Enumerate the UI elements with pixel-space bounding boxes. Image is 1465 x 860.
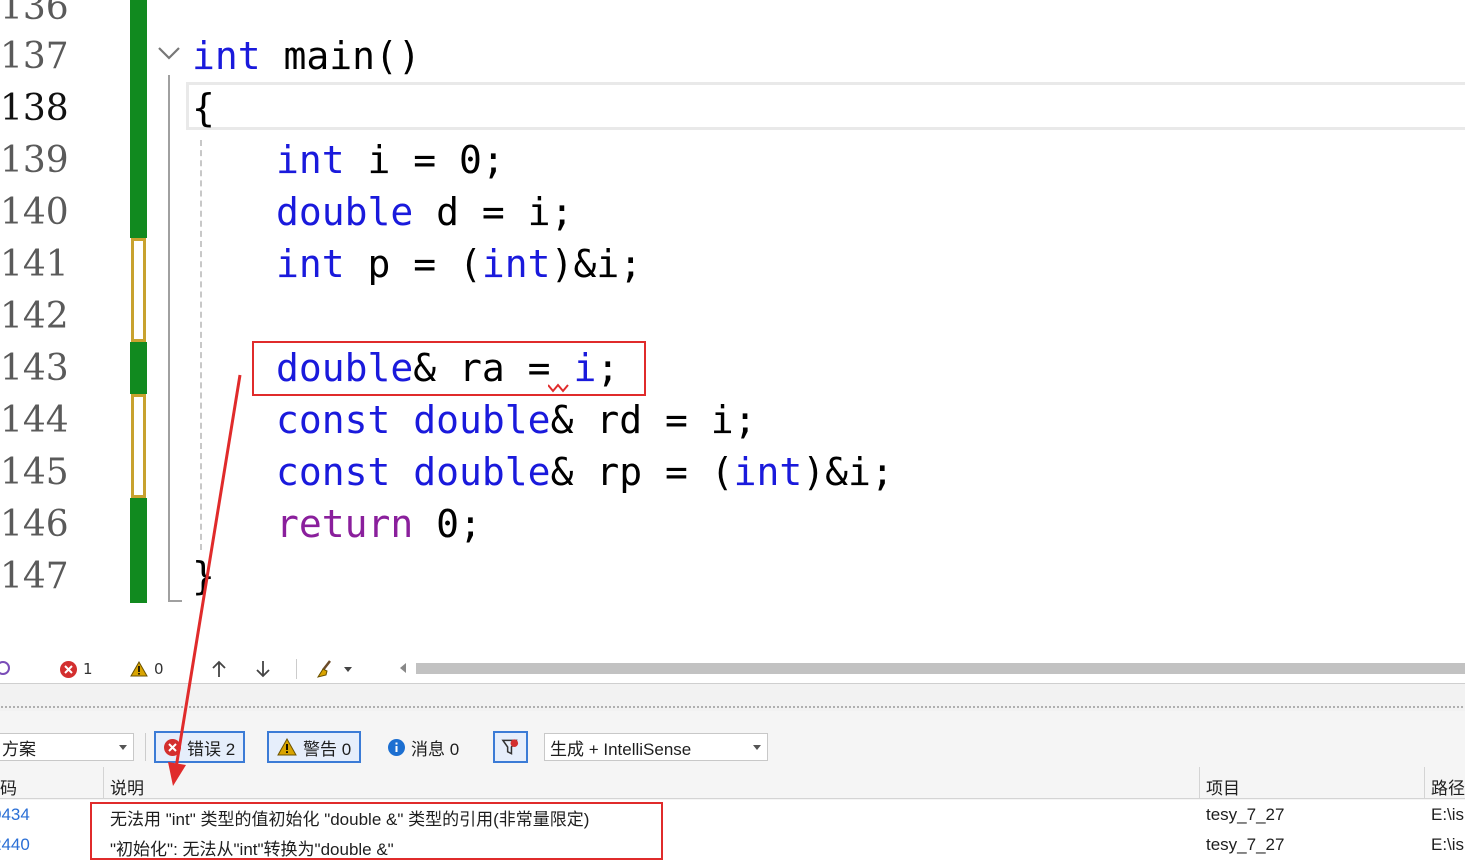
code-line-140[interactable]: double d = i; bbox=[276, 186, 573, 238]
keyword: double bbox=[413, 398, 551, 442]
keyword: int bbox=[192, 34, 261, 78]
keyword: int bbox=[733, 450, 803, 494]
scroll-left-icon[interactable] bbox=[398, 661, 408, 675]
code-text: )&i; bbox=[802, 450, 894, 494]
line-number: 136 bbox=[0, 0, 69, 28]
messages-filter-button[interactable]: 消息 0 bbox=[378, 731, 469, 763]
code-text: p = ( bbox=[344, 242, 482, 286]
line-number: 143 bbox=[0, 348, 69, 389]
change-bar-unsaved bbox=[131, 238, 146, 342]
code-line-138[interactable]: { bbox=[192, 82, 215, 134]
column-description[interactable]: 说明 bbox=[110, 774, 144, 799]
error-path: E:\is bbox=[1431, 805, 1465, 824]
line-number: 137 bbox=[0, 36, 69, 77]
scope-dropdown[interactable]: 方案 bbox=[0, 733, 134, 761]
change-bar-unsaved bbox=[131, 394, 146, 498]
horizontal-scrollbar[interactable] bbox=[398, 660, 1465, 676]
error-project: tesy_7_27 bbox=[1206, 805, 1285, 824]
annotation-box-errors bbox=[90, 802, 663, 860]
code-text: & rd = i; bbox=[550, 398, 757, 442]
code-text: { bbox=[192, 86, 215, 130]
filter-toggle-button[interactable] bbox=[493, 731, 528, 763]
column-project[interactable]: 项目 bbox=[1206, 774, 1240, 799]
warning-icon bbox=[277, 738, 297, 756]
line-number: 145 bbox=[0, 452, 69, 493]
keyword: const bbox=[276, 450, 391, 494]
scope-value: 方案 bbox=[2, 739, 36, 759]
messages-filter-label: 消息 0 bbox=[411, 739, 460, 759]
change-bar-saved bbox=[130, 498, 147, 603]
column-path[interactable]: 路径 bbox=[1431, 774, 1465, 799]
warnings-filter-button[interactable]: 警告 0 bbox=[267, 731, 362, 763]
error-code-link[interactable]: 2440 bbox=[0, 835, 30, 855]
annotation-box-code bbox=[252, 341, 646, 396]
next-issue-button[interactable] bbox=[255, 659, 271, 679]
column-divider[interactable] bbox=[1199, 767, 1200, 798]
error-code-link[interactable]: 0434 bbox=[0, 805, 30, 825]
keyword-return: return bbox=[276, 502, 414, 546]
line-number: 144 bbox=[0, 400, 69, 441]
line-number-current: 138 bbox=[0, 88, 69, 129]
line-number: 146 bbox=[0, 504, 69, 545]
error-project: tesy_7_27 bbox=[1206, 835, 1285, 854]
source-value: 生成 + IntelliSense bbox=[550, 739, 692, 759]
code-line-139[interactable]: int i = 0; bbox=[276, 134, 505, 186]
info-icon bbox=[388, 738, 405, 756]
code-text: main() bbox=[260, 34, 421, 78]
line-number: 141 bbox=[0, 244, 69, 285]
intellisense-icon[interactable] bbox=[0, 659, 12, 679]
chevron-down-icon bbox=[753, 745, 761, 750]
code-text: i = 0; bbox=[344, 138, 505, 182]
arrow-down-icon bbox=[256, 661, 270, 678]
broom-icon bbox=[316, 660, 331, 678]
error-path: E:\is bbox=[1431, 835, 1465, 854]
column-divider[interactable] bbox=[103, 767, 104, 798]
keyword: const bbox=[276, 398, 391, 442]
code-text: 0; bbox=[413, 502, 482, 546]
change-bar-saved bbox=[130, 0, 147, 238]
code-text: d = i; bbox=[413, 190, 574, 234]
code-cleanup-button[interactable] bbox=[316, 659, 352, 679]
warning-icon bbox=[130, 661, 148, 677]
code-line-144[interactable]: const double& rd = i; bbox=[276, 394, 756, 446]
column-code[interactable]: 代码 bbox=[0, 774, 17, 799]
warning-count[interactable]: 0 bbox=[130, 659, 164, 679]
line-number: 139 bbox=[0, 140, 69, 181]
line-number: 147 bbox=[0, 556, 69, 597]
code-line-145[interactable]: const double& rp = (int)&i; bbox=[276, 446, 894, 498]
toolbar-divider bbox=[296, 659, 297, 679]
error-count-value: 1 bbox=[83, 660, 93, 678]
source-dropdown[interactable]: 生成 + IntelliSense bbox=[544, 733, 768, 761]
code-text: & rp = ( bbox=[550, 450, 734, 494]
collapse-chevron-icon[interactable] bbox=[156, 40, 182, 66]
scrollbar-thumb[interactable] bbox=[416, 663, 1465, 674]
error-count[interactable]: 1 bbox=[60, 659, 93, 679]
toolbar-divider bbox=[145, 733, 146, 761]
line-number: 140 bbox=[0, 192, 69, 233]
keyword: double bbox=[413, 450, 551, 494]
keyword: int bbox=[276, 242, 345, 286]
column-divider[interactable] bbox=[1424, 767, 1425, 798]
annotation-arrow bbox=[168, 374, 242, 786]
filter-icon bbox=[501, 739, 519, 755]
code-text: )&i; bbox=[550, 242, 643, 286]
warnings-filter-label: 警告 0 bbox=[303, 739, 352, 759]
line-number: 142 bbox=[0, 296, 69, 337]
code-line-146[interactable]: return 0; bbox=[276, 498, 482, 550]
keyword: double bbox=[276, 190, 414, 234]
dropdown-caret-icon bbox=[344, 666, 352, 672]
current-line-highlight bbox=[186, 82, 1465, 130]
error-icon bbox=[60, 660, 77, 678]
code-line-141[interactable]: int p = (int)&i; bbox=[276, 238, 642, 290]
keyword: int bbox=[481, 242, 551, 286]
keyword: int bbox=[276, 138, 345, 182]
chevron-down-icon bbox=[119, 745, 127, 750]
code-line-137[interactable]: int main() bbox=[192, 30, 421, 82]
change-bar-saved bbox=[130, 342, 147, 394]
